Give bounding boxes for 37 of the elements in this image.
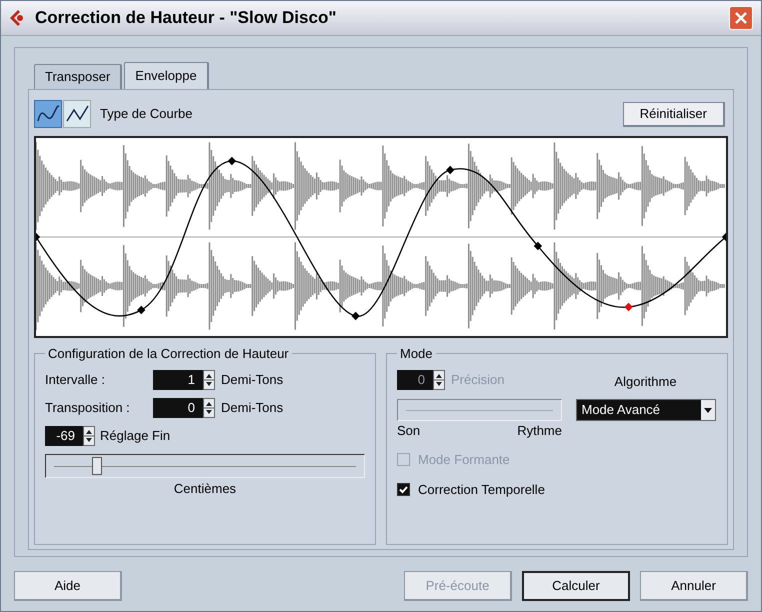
checkbox-label: Mode Formante [418, 451, 510, 469]
tab[interactable]: Transposer [34, 64, 122, 89]
spin-arrows-icon[interactable] [203, 370, 215, 390]
checkbox[interactable] [397, 482, 410, 496]
number-field[interactable]: -69 [45, 426, 83, 446]
group-title: Mode [399, 345, 434, 363]
checkbox-label: Correction Temporelle [418, 480, 545, 499]
fine-tune-slider[interactable] [45, 454, 365, 478]
dialog-button[interactable]: Annuler [640, 571, 748, 601]
spin-arrows-icon[interactable] [83, 426, 95, 446]
reset-button[interactable]: Réinitialiser [622, 102, 725, 126]
unit-label: Demi-Tons [221, 370, 284, 389]
tab[interactable]: Enveloppe [124, 62, 209, 89]
slider-left-label: Son [397, 422, 420, 440]
dialog-button[interactable]: Calculer [522, 571, 630, 601]
slider-right-label: Rythme [517, 422, 562, 440]
spin-arrows-icon[interactable] [433, 370, 445, 390]
dialog-button[interactable]: Aide [14, 571, 122, 601]
curve-type-label: Type de Courbe [100, 105, 193, 124]
number-field[interactable]: 1 [153, 370, 203, 390]
curve-type-button[interactable] [34, 100, 62, 128]
curve-type-button[interactable] [63, 100, 91, 128]
unit-label: Demi-Tons [221, 398, 284, 417]
group-title: Configuration de la Correction de Hauteur [47, 345, 290, 363]
number-field[interactable]: 0 [153, 398, 203, 418]
fine-tune-label: Réglage Fin [100, 426, 170, 445]
close-icon [735, 12, 747, 24]
transposition-label: Transposition : [45, 398, 131, 417]
precision-label: Précision [451, 370, 504, 389]
algorithm-dropdown[interactable]: Mode Avancé [576, 399, 716, 421]
slider-thumb[interactable] [92, 456, 102, 474]
spin-arrows-icon[interactable] [203, 398, 215, 418]
window-title: Correction de Hauteur - "Slow Disco" [35, 7, 336, 30]
algorithm-label: Algorithme [614, 372, 677, 391]
slider-caption: Centièmes [172, 480, 238, 498]
interval-label: Intervalle : [45, 370, 106, 389]
close-button[interactable] [729, 6, 753, 30]
